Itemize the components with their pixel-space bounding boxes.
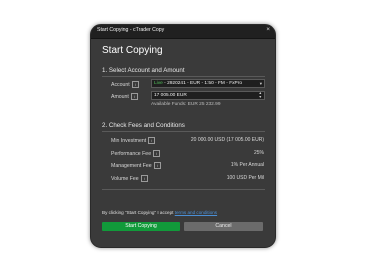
volume-fee-value: 100 USD Per Mil	[226, 175, 264, 181]
fee-row-label: Management Fee i	[111, 162, 161, 169]
title-bar: Start Copying - cTrader Copy ×	[91, 25, 275, 39]
amount-input[interactable]: 17 005.00 EUR ▲ ▼	[151, 91, 265, 100]
info-icon[interactable]: i	[131, 81, 139, 88]
info-icon[interactable]: i	[130, 93, 138, 100]
account-live-badge: Live	[154, 81, 163, 86]
terms-notice-text: By clicking "Start Copying" I accept	[102, 210, 174, 215]
management-fee-value: 1% Per Annual	[230, 162, 264, 168]
performance-fee-label: Performance Fee	[111, 150, 152, 157]
fee-row-label: Min Investment i	[111, 137, 156, 144]
info-icon[interactable]: i	[140, 175, 148, 182]
fee-row-label: Performance Fee i	[111, 150, 161, 157]
performance-fee-value: 25%	[253, 150, 264, 156]
page-title: Start Copying	[102, 45, 163, 56]
account-label-text: Account	[111, 81, 130, 88]
start-copying-dialog: Start Copying - cTrader Copy × Start Cop…	[90, 24, 276, 248]
volume-fee-label: Volume Fee	[111, 175, 139, 182]
account-select[interactable]: Live - 2920241 - EUR - 1:50 - FM - FxPro…	[151, 79, 265, 88]
amount-label: Amount i	[111, 93, 138, 100]
section-account-title: 1. Select Account and Amount	[102, 67, 185, 74]
cancel-button[interactable]: Cancel	[184, 222, 263, 231]
available-funds: Available Funds: EUR 25 232.99	[151, 102, 221, 107]
start-copying-button[interactable]: Start Copying	[102, 222, 180, 231]
info-icon[interactable]: i	[148, 137, 156, 144]
info-icon[interactable]: i	[153, 162, 161, 169]
info-icon[interactable]: i	[153, 150, 161, 157]
stepper-icon[interactable]: ▲ ▼	[258, 91, 262, 99]
section-fees-title: 2. Check Fees and Conditions	[102, 122, 185, 129]
divider	[102, 131, 265, 132]
amount-input-value: 17 005.00 EUR	[154, 93, 187, 98]
management-fee-label: Management Fee	[111, 162, 152, 169]
terms-link[interactable]: terms and conditions	[175, 210, 217, 215]
min-investment-label: Min Investment	[111, 137, 147, 144]
terms-notice: By clicking "Start Copying" I accept ter…	[102, 210, 217, 215]
account-label: Account i	[111, 81, 139, 88]
close-icon[interactable]: ×	[266, 26, 270, 33]
fee-row-label: Volume Fee i	[111, 175, 148, 182]
window-title: Start Copying - cTrader Copy	[97, 27, 165, 33]
divider	[102, 189, 265, 190]
divider	[102, 76, 265, 77]
account-select-value: - 2920241 - EUR - 1:50 - FM - FxPro	[162, 81, 242, 86]
amount-label-text: Amount	[111, 93, 129, 100]
min-investment-value: 20 000.00 USD (17 005.00 EUR)	[190, 137, 264, 143]
chevron-down-icon: ▾	[259, 81, 262, 86]
